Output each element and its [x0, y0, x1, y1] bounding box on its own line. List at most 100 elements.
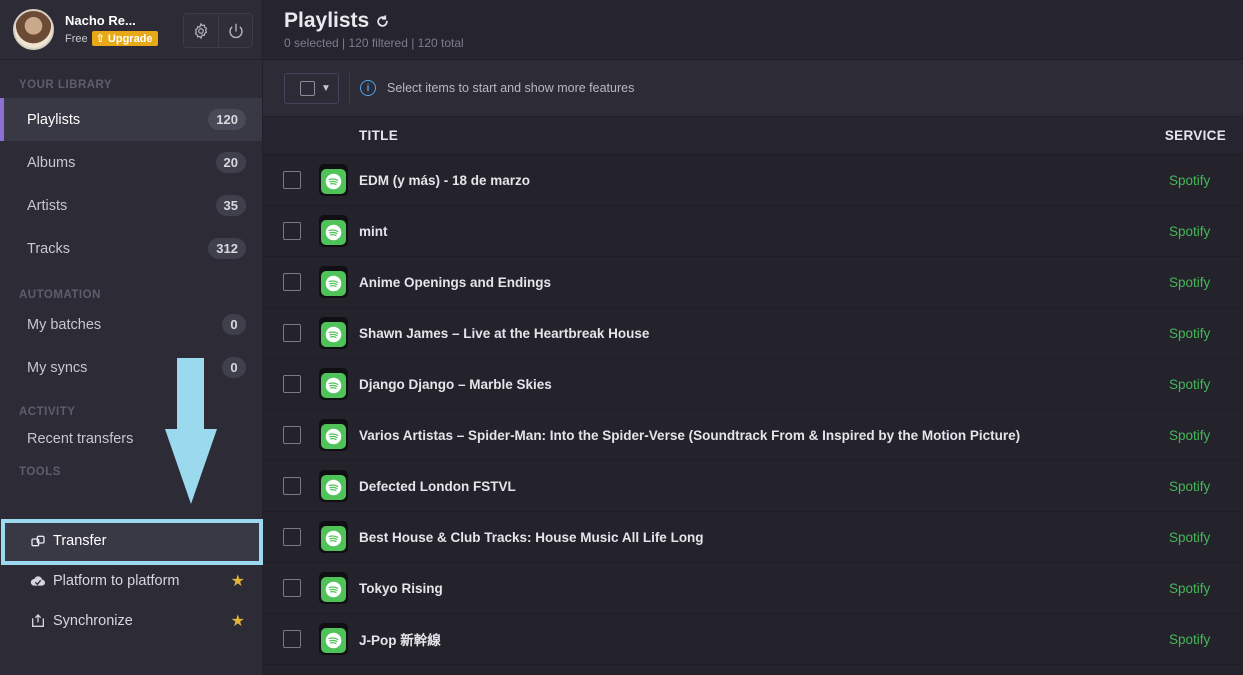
sidebar-item-my-batches[interactable]: My batches 0: [0, 303, 262, 346]
spotify-icon: [319, 470, 348, 502]
transfer-icon: [29, 532, 47, 550]
sidebar-item-label: My syncs: [27, 359, 88, 376]
settings-button[interactable]: [184, 14, 218, 47]
row-service: Spotify: [1169, 580, 1211, 596]
star-icon: ★: [230, 613, 245, 630]
row-title: Varios Artistas – Spider-Man: Into the S…: [359, 427, 1021, 443]
sidebar-item-tracks[interactable]: Tracks 312: [0, 227, 262, 270]
avatar[interactable]: [13, 9, 54, 50]
spotify-icon: [319, 572, 348, 604]
table-row[interactable]: Tokyo Rising Spotify: [263, 563, 1243, 614]
count-badge: 0: [222, 314, 246, 335]
spotify-icon: [319, 266, 348, 298]
spotify-icon: [319, 623, 348, 655]
section-automation: AUTOMATION: [19, 289, 101, 301]
tools-list: Transfer Platform to platform ★ Synchron…: [0, 521, 263, 641]
plan-label: Free: [65, 32, 88, 45]
upgrade-label: Upgrade: [107, 33, 153, 45]
sidebar-item-my-syncs[interactable]: My syncs 0: [0, 346, 262, 389]
tool-transfer[interactable]: Transfer: [0, 521, 263, 561]
page-title-text: Playlists: [284, 9, 370, 32]
main-content: Playlists 0 selected | 120 filtered | 12…: [263, 0, 1243, 675]
row-checkbox[interactable]: [283, 528, 301, 546]
sidebar-item-recent-transfers[interactable]: Recent transfers: [0, 418, 262, 460]
tool-label: Platform to platform: [53, 573, 180, 589]
spotify-icon: [319, 419, 348, 451]
row-service: Spotify: [1169, 529, 1211, 545]
row-checkbox[interactable]: [283, 273, 301, 291]
row-service: Spotify: [1169, 274, 1211, 290]
row-checkbox[interactable]: [283, 375, 301, 393]
count-badge: 120: [208, 109, 246, 130]
sidebar-item-label: Tracks: [27, 240, 70, 257]
row-title: Tokyo Rising: [359, 580, 443, 596]
table-row[interactable]: J-Pop 新幹線 Spotify: [263, 614, 1243, 665]
row-service: Spotify: [1169, 478, 1211, 494]
spotify-icon: [319, 368, 348, 400]
info-message: Select items to start and show more feat…: [387, 81, 635, 95]
select-all-dropdown[interactable]: ▼: [284, 72, 339, 104]
sidebar: Nacho Re... Free ⇧ Upgrade YOUR LIBRARY …: [0, 0, 263, 675]
profile-plan: Free ⇧ Upgrade: [65, 31, 158, 46]
column-title[interactable]: TITLE: [359, 128, 398, 143]
table-row[interactable]: mint Spotify: [263, 206, 1243, 257]
row-title: Defected London FSTVL: [359, 478, 516, 494]
tool-synchronize[interactable]: Synchronize ★: [0, 601, 263, 641]
chevron-down-icon: ▼: [321, 82, 331, 94]
row-checkbox[interactable]: [283, 630, 301, 648]
row-title: Anime Openings and Endings: [359, 274, 552, 290]
column-service[interactable]: SERVICE: [1165, 128, 1226, 143]
count-badge: 312: [208, 238, 246, 259]
row-checkbox[interactable]: [283, 477, 301, 495]
sidebar-item-artists[interactable]: Artists 35: [0, 184, 262, 227]
row-checkbox[interactable]: [283, 426, 301, 444]
count-badge: 0: [222, 357, 246, 378]
table-row[interactable]: Defected London FSTVL Spotify: [263, 461, 1243, 512]
upgrade-button[interactable]: ⇧ Upgrade: [91, 31, 158, 46]
row-service: Spotify: [1169, 223, 1211, 239]
toolbar: ▼ i Select items to start and show more …: [263, 60, 1243, 117]
row-title: EDM (y más) - 18 de marzo: [359, 172, 531, 188]
profile: Nacho Re... Free ⇧ Upgrade: [0, 0, 262, 60]
info-icon: i: [360, 80, 376, 96]
logout-button[interactable]: [218, 14, 252, 47]
row-checkbox[interactable]: [283, 324, 301, 342]
refresh-icon: [377, 14, 388, 27]
app: Nacho Re... Free ⇧ Upgrade YOUR LIBRARY …: [0, 0, 1243, 675]
tool-platform-to-platform[interactable]: Platform to platform ★: [0, 561, 263, 601]
table-row[interactable]: Varios Artistas – Spider-Man: Into the S…: [263, 410, 1243, 461]
selection-summary: 0 selected | 120 filtered | 120 total: [284, 36, 464, 50]
table-row[interactable]: EDM (y más) - 18 de marzo Spotify: [263, 155, 1243, 206]
row-checkbox[interactable]: [283, 579, 301, 597]
table-row[interactable]: Best House & Club Tracks: House Music Al…: [263, 512, 1243, 563]
row-service: Spotify: [1169, 427, 1211, 443]
row-checkbox[interactable]: [283, 222, 301, 240]
profile-actions: [183, 13, 253, 48]
page-title: Playlists: [284, 9, 1243, 33]
star-icon: ★: [230, 573, 245, 590]
refresh-button[interactable]: [376, 14, 389, 28]
count-badge: 20: [215, 152, 246, 173]
profile-info: Nacho Re... Free ⇧ Upgrade: [65, 13, 158, 46]
row-service: Spotify: [1169, 631, 1211, 647]
spotify-icon: [319, 215, 348, 247]
spotify-icon: [319, 164, 348, 196]
table-body: EDM (y más) - 18 de marzo Spotify mint Spot…: [263, 155, 1243, 665]
section-activity: ACTIVITY: [19, 406, 76, 418]
sidebar-item-label: My batches: [27, 316, 102, 333]
table-row[interactable]: Django Django – Marble Skies Spotify: [263, 359, 1243, 410]
table-row[interactable]: Shawn James – Live at the Heartbreak Hou…: [263, 308, 1243, 359]
sidebar-item-albums[interactable]: Albums 20: [0, 141, 262, 184]
platform-icon: [29, 572, 47, 590]
table-row[interactable]: Anime Openings and Endings Spotify: [263, 257, 1243, 308]
sidebar-item-label: Artists: [27, 197, 68, 214]
row-checkbox[interactable]: [283, 171, 301, 189]
sidebar-item-label: Playlists: [27, 111, 81, 128]
table-header: TITLE SERVICE: [263, 117, 1243, 155]
select-all-checkbox[interactable]: [300, 80, 315, 96]
sidebar-item-label: Recent transfers: [27, 431, 134, 447]
sidebar-item-playlists[interactable]: Playlists 120: [0, 98, 262, 141]
profile-name: Nacho Re...: [65, 13, 136, 28]
power-icon: [228, 23, 243, 38]
row-title: Django Django – Marble Skies: [359, 376, 552, 392]
